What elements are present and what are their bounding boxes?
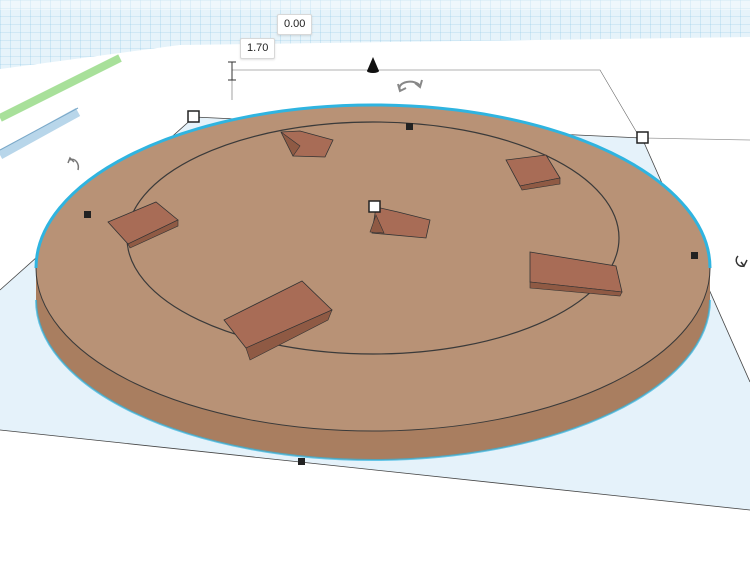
rotate-arrow-icon[interactable] — [735, 255, 748, 268]
corner-handle — [187, 110, 200, 123]
edge-handle — [298, 458, 305, 465]
edge-handle — [691, 252, 698, 259]
edge-handle — [406, 123, 413, 130]
center-handle — [368, 200, 381, 213]
corner-handle — [636, 131, 649, 144]
elevation-dimension-label[interactable]: 0.00 — [277, 14, 313, 35]
3d-viewport[interactable] — [0, 0, 750, 562]
height-dimension-label[interactable]: 1.70 — [240, 38, 276, 59]
workplane-grid — [0, 0, 750, 95]
disc-object[interactable] — [34, 103, 712, 461]
edge-handle — [84, 211, 91, 218]
rotate-arrow-icon[interactable] — [67, 156, 80, 171]
